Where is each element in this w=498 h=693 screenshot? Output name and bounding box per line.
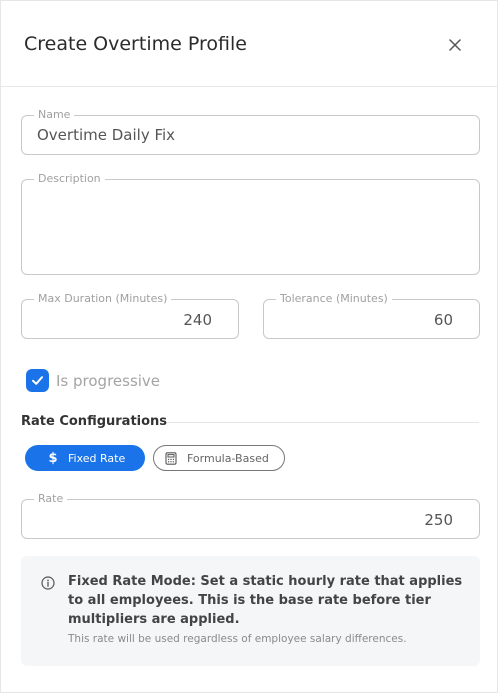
- name-input[interactable]: Overtime Daily Fix: [37, 126, 175, 144]
- is-progressive-label: Is progressive: [56, 371, 161, 390]
- max-duration-label: Max Duration (Minutes): [34, 291, 172, 307]
- fixed-rate-toggle[interactable]: $ Fixed Rate: [25, 445, 145, 471]
- close-button[interactable]: [444, 34, 466, 56]
- max-duration-field[interactable]: Max Duration (Minutes) 240: [21, 291, 239, 339]
- name-label: Name: [34, 107, 75, 123]
- dialog-header: Create Overtime Profile: [1, 1, 497, 87]
- formula-based-toggle[interactable]: Formula-Based: [153, 445, 285, 471]
- tolerance-field[interactable]: Tolerance (Minutes) 60: [263, 291, 480, 339]
- formula-based-label: Formula-Based: [187, 451, 269, 465]
- is-progressive-checkbox[interactable]: [26, 369, 49, 392]
- create-overtime-profile-dialog: Create Overtime Profile Name Overtime Da…: [0, 0, 498, 693]
- info-icon: [41, 576, 55, 590]
- rate-label: Rate: [34, 491, 68, 507]
- fixed-rate-label: Fixed Rate: [68, 451, 126, 465]
- calculator-icon: [165, 451, 177, 465]
- tolerance-label: Tolerance (Minutes): [276, 291, 392, 307]
- rate-input[interactable]: 250: [424, 511, 453, 529]
- max-duration-input[interactable]: 240: [183, 311, 212, 329]
- info-subtitle: This rate will be used regardless of emp…: [68, 633, 407, 645]
- rate-field[interactable]: Rate 250: [21, 491, 480, 539]
- tolerance-input[interactable]: 60: [434, 311, 453, 329]
- info-title: Fixed Rate Mode: Set a static hourly rat…: [68, 574, 463, 627]
- dialog-title: Create Overtime Profile: [24, 33, 247, 55]
- fixed-rate-info-box: Fixed Rate Mode: Set a static hourly rat…: [21, 556, 480, 666]
- section-divider: [167, 422, 479, 423]
- rate-configurations-title: Rate Configurations: [21, 414, 168, 429]
- checkmark-icon: [32, 376, 43, 385]
- description-field[interactable]: Description: [21, 171, 480, 275]
- dollar-icon: $: [48, 450, 58, 466]
- description-label: Description: [34, 171, 105, 187]
- name-field[interactable]: Name Overtime Daily Fix: [21, 107, 480, 155]
- close-icon: [449, 39, 461, 51]
- is-progressive-row[interactable]: Is progressive: [26, 369, 160, 392]
